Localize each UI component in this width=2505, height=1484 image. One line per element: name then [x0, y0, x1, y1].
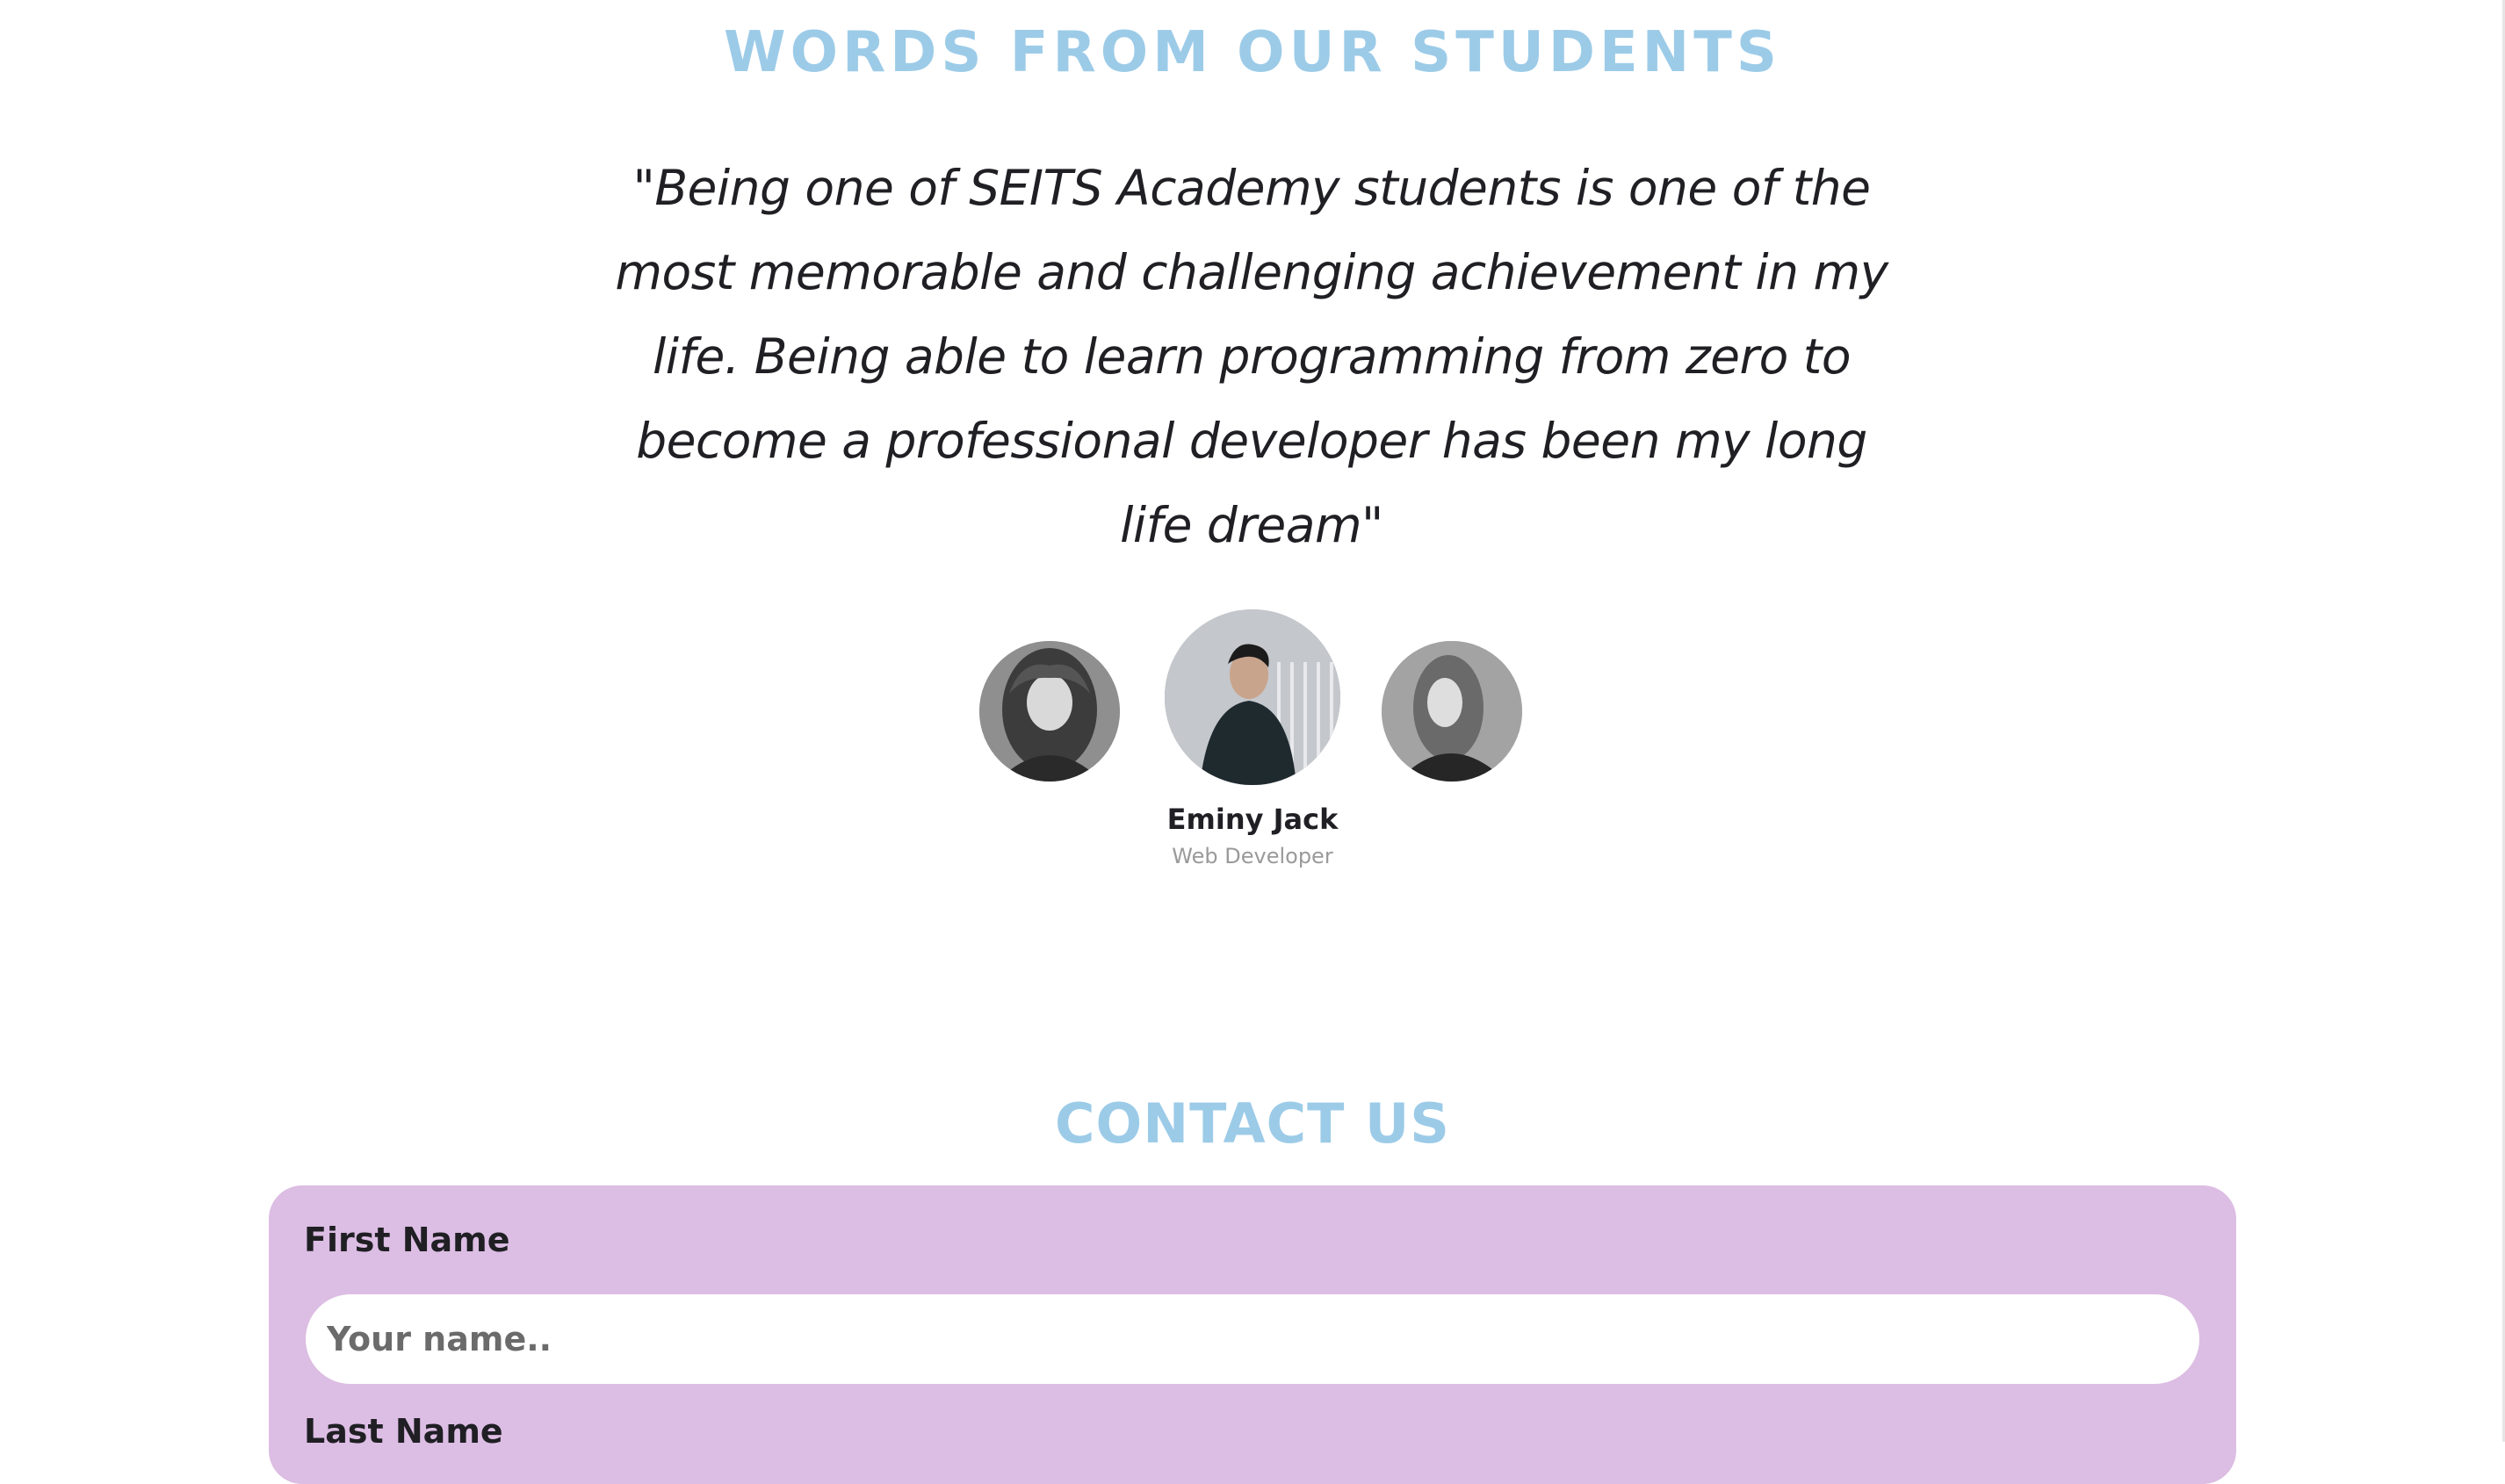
contact-heading: CONTACT US [1055, 1091, 1450, 1156]
first-name-input[interactable] [306, 1294, 2199, 1384]
student-avatar-center[interactable] [1165, 609, 1340, 785]
contact-form: First Name Last Name [269, 1185, 2236, 1484]
first-name-label: First Name [304, 1221, 510, 1259]
student-role: Web Developer [1172, 844, 1333, 868]
student-name: Eminy Jack [1166, 803, 1339, 836]
student-avatar-right[interactable] [1382, 641, 1522, 782]
student-avatar-left[interactable] [979, 641, 1120, 782]
testimonial-quote: "Being one of SEITS Academy students is … [615, 160, 1888, 553]
testimonials-heading: WORDS FROM OUR STUDENTS [724, 20, 1781, 85]
student-avatar-carousel [0, 609, 2505, 785]
last-name-label: Last Name [304, 1412, 503, 1451]
